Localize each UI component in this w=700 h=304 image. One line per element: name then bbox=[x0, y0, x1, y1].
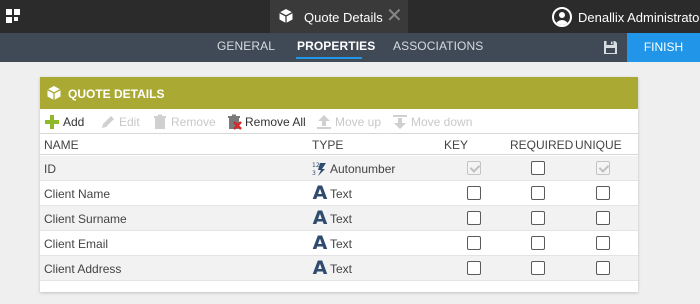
column-type[interactable]: TYPE bbox=[312, 138, 343, 152]
floppy-disk-icon[interactable] bbox=[603, 40, 618, 55]
remove-all-label: Remove All bbox=[245, 115, 306, 129]
user-icon bbox=[552, 7, 572, 27]
table-header: NAME TYPE KEY REQUIRED UNIQUE bbox=[40, 133, 638, 155]
edit-label: Edit bbox=[119, 115, 140, 129]
unique-checkbox[interactable] bbox=[596, 211, 610, 225]
table-row[interactable]: Client Email A Text bbox=[40, 231, 638, 256]
remove-label: Remove bbox=[171, 115, 216, 129]
quote-details-panel: QUOTE DETAILS Add Edit Remove Remove All… bbox=[40, 77, 638, 292]
key-checkbox[interactable] bbox=[467, 211, 481, 225]
pencil-icon bbox=[102, 116, 114, 128]
properties-toolbar: Add Edit Remove Remove All Move up Move … bbox=[40, 110, 638, 132]
key-checkbox[interactable] bbox=[467, 186, 481, 200]
property-type: A Text bbox=[312, 259, 352, 278]
type-label: Text bbox=[330, 186, 353, 201]
key-checkbox[interactable] bbox=[467, 261, 481, 275]
edit-button[interactable]: Edit bbox=[100, 113, 140, 131]
cube-icon bbox=[47, 86, 61, 100]
property-name: Client Name bbox=[44, 187, 111, 201]
column-name[interactable]: NAME bbox=[44, 138, 79, 152]
table-row[interactable]: Client Name A Text bbox=[40, 181, 638, 206]
autonumber-icon: 12 3 bbox=[312, 162, 326, 177]
tab-title: Quote Details bbox=[304, 10, 383, 25]
text-type-icon: A bbox=[312, 182, 328, 204]
unique-checkbox[interactable] bbox=[596, 236, 610, 250]
type-label: Text bbox=[330, 261, 353, 276]
trash-icon bbox=[154, 114, 166, 129]
text-type-icon: A bbox=[312, 257, 328, 279]
type-label: Autonumber bbox=[330, 161, 396, 176]
remove-all-button[interactable]: Remove All bbox=[226, 113, 306, 131]
text-type-icon: A bbox=[312, 232, 328, 254]
key-checkbox[interactable] bbox=[467, 161, 481, 175]
move-up-button[interactable]: Move up bbox=[316, 113, 381, 131]
plus-icon bbox=[45, 115, 59, 129]
add-button[interactable]: Add bbox=[44, 113, 84, 131]
table-row[interactable]: Client Address A Text bbox=[40, 256, 638, 281]
column-key[interactable]: KEY bbox=[444, 138, 468, 152]
close-icon[interactable]: ✕ bbox=[386, 6, 403, 26]
property-name: Client Surname bbox=[44, 212, 127, 226]
required-checkbox[interactable] bbox=[531, 211, 545, 225]
panel-title: QUOTE DETAILS bbox=[68, 87, 165, 101]
required-checkbox[interactable] bbox=[531, 186, 545, 200]
property-name: ID bbox=[44, 162, 56, 176]
user-name: Denallix Administrator bbox=[578, 9, 700, 25]
property-type: A Text bbox=[312, 184, 352, 203]
unique-checkbox[interactable] bbox=[596, 261, 610, 275]
table-row[interactable]: ID 12 3 Autonumber bbox=[40, 156, 638, 181]
property-name: Client Email bbox=[44, 237, 109, 251]
move-up-label: Move up bbox=[335, 115, 382, 129]
property-type: 12 3 Autonumber bbox=[312, 159, 395, 178]
active-tab-indicator bbox=[296, 57, 362, 59]
tab-associations[interactable]: ASSOCIATIONS bbox=[393, 39, 483, 53]
svg-text:3: 3 bbox=[312, 170, 316, 177]
unique-checkbox[interactable] bbox=[596, 186, 610, 200]
column-required[interactable]: REQUIRED bbox=[510, 138, 573, 152]
property-name: Client Address bbox=[44, 262, 122, 276]
top-bar: Quote Details ✕ Denallix Administrator bbox=[0, 0, 700, 33]
finish-button[interactable]: FINISH bbox=[627, 33, 700, 62]
move-down-label: Move down bbox=[411, 115, 473, 129]
text-type-icon: A bbox=[312, 207, 328, 229]
arrow-down-icon bbox=[393, 115, 407, 129]
required-checkbox[interactable] bbox=[531, 161, 545, 175]
panel-header: QUOTE DETAILS bbox=[40, 77, 638, 109]
column-unique[interactable]: UNIQUE bbox=[575, 138, 622, 152]
type-label: Text bbox=[330, 236, 353, 251]
property-type: A Text bbox=[312, 209, 352, 228]
property-type: A Text bbox=[312, 234, 352, 253]
tab-properties[interactable]: PROPERTIES bbox=[297, 39, 375, 53]
move-down-button[interactable]: Move down bbox=[392, 113, 472, 131]
required-checkbox[interactable] bbox=[531, 261, 545, 275]
required-checkbox[interactable] bbox=[531, 236, 545, 250]
document-tab[interactable]: Quote Details ✕ bbox=[270, 0, 408, 33]
grid-icon[interactable] bbox=[6, 9, 21, 24]
remove-button[interactable]: Remove bbox=[152, 113, 216, 131]
table-row[interactable]: Client Surname A Text bbox=[40, 206, 638, 231]
unique-checkbox[interactable] bbox=[596, 161, 610, 175]
cube-icon bbox=[279, 9, 293, 23]
arrow-up-icon bbox=[317, 115, 331, 129]
tab-general[interactable]: GENERAL bbox=[217, 39, 275, 53]
user-menu[interactable]: Denallix Administrator bbox=[552, 6, 700, 28]
key-checkbox[interactable] bbox=[467, 236, 481, 250]
type-label: Text bbox=[330, 211, 353, 226]
trash-remove-all-icon bbox=[228, 114, 242, 130]
add-label: Add bbox=[63, 115, 85, 129]
